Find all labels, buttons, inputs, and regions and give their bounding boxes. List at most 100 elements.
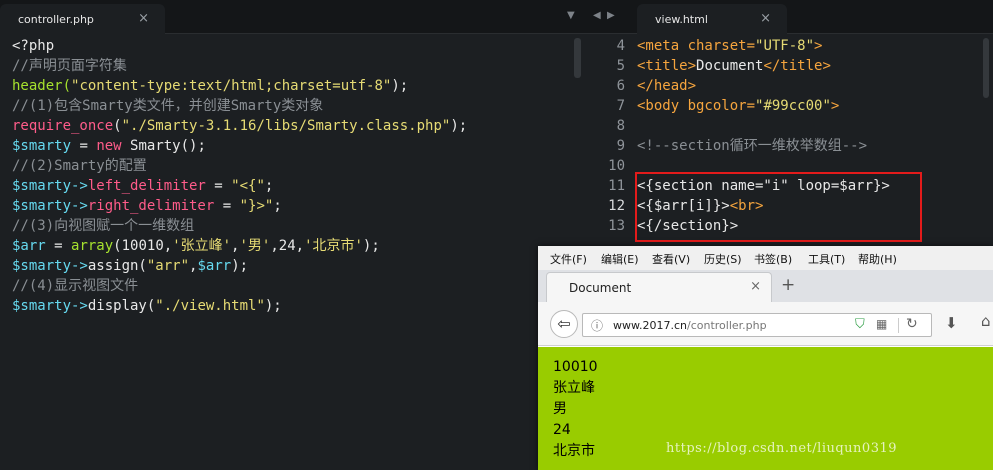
code-token: //(2)Smarty的配置 — [12, 158, 147, 174]
reload-icon[interactable]: ↻ — [906, 316, 918, 332]
tab-view-html[interactable]: view.html × — [637, 4, 787, 34]
code-token: bgcolor= — [687, 98, 756, 114]
menu-item[interactable]: 工具(T) — [808, 251, 845, 267]
menu-item[interactable]: 书签(B) — [754, 251, 792, 267]
code-token: //(3)向视图赋一个一维数组 — [12, 218, 195, 234]
download-icon[interactable]: ⬇ — [945, 314, 958, 332]
menu-item[interactable]: 帮助(H) — [858, 251, 897, 267]
divider — [898, 318, 899, 333]
scrollbar[interactable] — [574, 38, 581, 78]
output-line: 10010 — [553, 359, 598, 375]
code-token: '北京市' — [304, 238, 363, 254]
code-token: $smarty — [12, 138, 72, 154]
line-number: 8 — [616, 118, 625, 134]
line-number: 4 — [616, 38, 625, 54]
code-token: $arr — [12, 238, 46, 254]
browser-tab[interactable]: Document × — [546, 272, 772, 302]
code-token: ; — [264, 178, 274, 194]
right-tabbar: ◀ ▶ view.html × — [585, 0, 993, 34]
code-token: right_delimiter — [87, 198, 215, 214]
code-token: "UTF-8" — [755, 38, 815, 54]
code-token: left_delimiter — [87, 178, 206, 194]
code-token: require_once — [12, 118, 114, 134]
code-token: $smarty-> — [12, 198, 88, 214]
info-icon[interactable]: ⓘ — [591, 317, 603, 334]
code-line: //(1)包含Smarty类文件，并创建Smarty类对象 — [12, 96, 467, 116]
menu-item[interactable]: 编辑(E) — [601, 251, 639, 267]
code-token: "./Smarty-3.1.16/libs/Smarty.class.php" — [121, 118, 451, 134]
back-button[interactable]: ⇦ — [550, 310, 578, 338]
code-token: Document — [696, 58, 764, 74]
code-token: $smarty-> — [12, 298, 88, 314]
code-token: $smarty-> — [12, 258, 88, 274]
browser-tab-title: Document — [569, 281, 632, 295]
code-token: array — [71, 238, 114, 254]
shield-icon[interactable]: ⛉ — [855, 317, 865, 332]
menu-item[interactable]: 查看(V) — [652, 251, 690, 267]
code-line: require_once("./Smarty-3.1.16/libs/Smart… — [12, 116, 467, 136]
output-line: 男 — [553, 401, 567, 417]
back-arrow-icon: ⇦ — [557, 314, 571, 333]
tab-scroll-right-icon[interactable]: ▶ — [607, 10, 615, 21]
code-line: //(2)Smarty的配置 — [12, 156, 467, 176]
code-token: (10010, — [113, 238, 173, 254]
code-line: header("content-type:text/html;charset=u… — [12, 76, 467, 96]
code-line: $arr = array(10010,'张立峰','男',24,'北京市'); — [12, 236, 467, 256]
browser-window: 文件(F) 编辑(E) 查看(V) 历史(S) 书签(B) 工具(T) 帮助(H) Docu… — [538, 246, 993, 470]
code-token: ; — [273, 198, 282, 214]
output-line: 北京市 — [553, 443, 595, 459]
code-token: > — [830, 98, 840, 114]
code-token: '男' — [239, 238, 271, 254]
code-line: //(3)向视图赋一个一维数组 — [12, 216, 467, 236]
code-token: assign( — [87, 258, 147, 274]
code-token: = — [205, 178, 232, 194]
scrollbar[interactable] — [983, 38, 989, 98]
code-token: new — [96, 138, 122, 154]
url-bar[interactable]: ⓘ www.2017.cn/controller.php ⛉ ▦ ↻ — [582, 313, 932, 337]
close-icon[interactable]: × — [760, 11, 771, 26]
tab-list-chevron-down-icon[interactable]: ▼ — [567, 10, 575, 21]
code-token: //(4)显示视图文件 — [12, 278, 139, 294]
tab-controller-php[interactable]: controller.php × — [0, 4, 165, 34]
code-line: <?php — [12, 36, 467, 56]
code-token: "./view.html" — [155, 298, 265, 314]
tab-scroll-left-icon[interactable]: ◀ — [593, 10, 601, 21]
close-icon[interactable]: × — [750, 279, 761, 294]
close-icon[interactable]: × — [138, 11, 149, 26]
code-line: //(4)显示视图文件 — [12, 276, 467, 296]
code-token: "<{" — [231, 178, 265, 194]
code-token: <?php — [12, 38, 55, 54]
code-token: = — [71, 138, 97, 154]
tab-title: controller.php — [18, 13, 94, 26]
code-token: "}>" — [239, 198, 274, 214]
home-icon[interactable]: ⌂ — [981, 312, 991, 330]
qr-code-icon[interactable]: ▦ — [876, 317, 887, 331]
code-line: $smarty->assign("arr",$arr); — [12, 256, 467, 276]
menu-item[interactable]: 历史(S) — [704, 251, 742, 267]
code-token: ); — [231, 258, 249, 274]
code-token: </head> — [637, 78, 697, 94]
url-text[interactable]: www.2017.cn/controller.php — [613, 319, 767, 332]
code-token: ); — [391, 78, 409, 94]
code-line: $smarty->right_delimiter = "}>"; — [12, 196, 467, 216]
code-token: $smarty-> — [12, 178, 88, 194]
line-number: 10 — [608, 158, 625, 174]
code-token: <meta — [637, 38, 688, 54]
code-line: $smarty->display("./view.html"); — [12, 296, 467, 316]
url-path: /controller.php — [687, 319, 767, 332]
code-token: //(1)包含Smarty类文件，并创建Smarty类对象 — [12, 98, 324, 114]
code-line: $smarty->left_delimiter = "<{"; — [12, 176, 467, 196]
code-token: "#99cc00" — [755, 98, 831, 114]
code-line: <body bgcolor="#99cc00"> — [637, 96, 890, 116]
code-line: $smarty = new Smarty(); — [12, 136, 467, 156]
code-token: = — [45, 238, 72, 254]
left-tabbar: controller.php × ▼ — [0, 0, 585, 34]
left-code-area[interactable]: <?php //声明页面字符集 header("content-type:text/… — [12, 36, 467, 316]
code-line: <title>Document</title> — [637, 56, 890, 76]
code-token: </title> — [763, 58, 831, 74]
menu-item[interactable]: 文件(F) — [550, 251, 587, 267]
new-tab-button[interactable]: + — [781, 275, 795, 295]
line-number: 13 — [608, 218, 625, 234]
output-list: 10010 张立峰男 24 北京市 — [553, 357, 598, 462]
